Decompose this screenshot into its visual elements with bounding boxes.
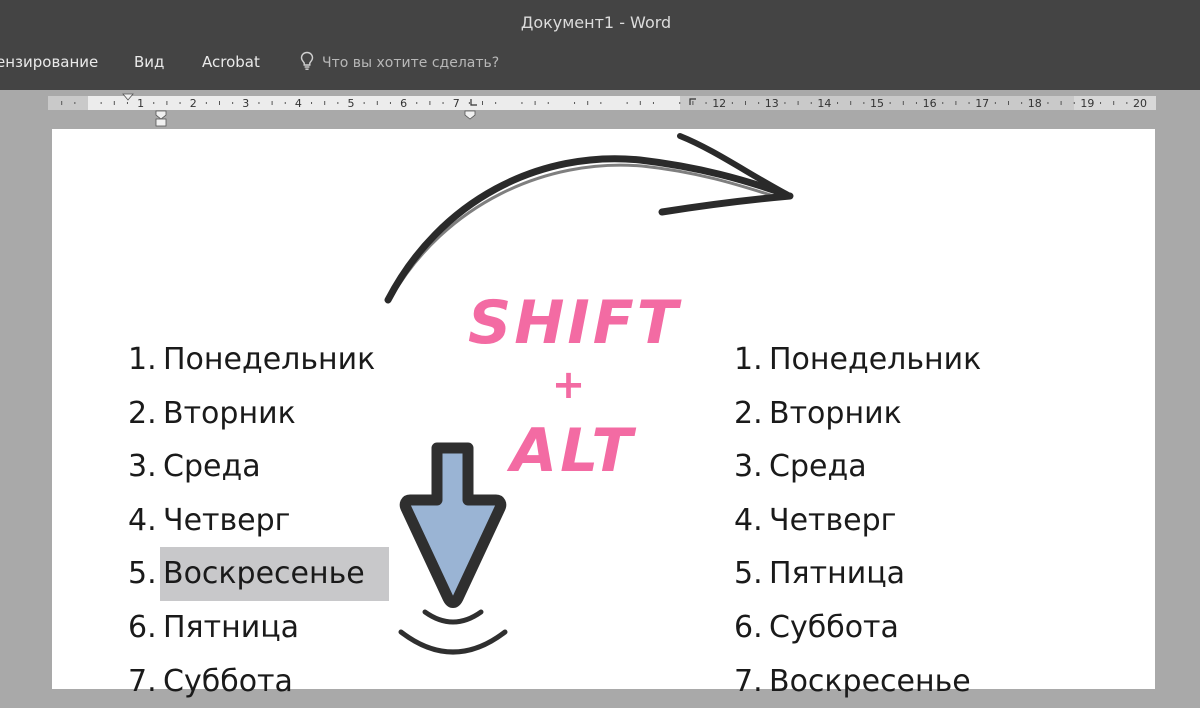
shortcut-alt-label: ALT [510, 416, 636, 486]
shortcut-plus-label: + [551, 362, 589, 408]
down-arrow-key-press-icon [398, 442, 508, 655]
shortcut-shift-label: SHIFT [468, 288, 681, 358]
curved-arrow-icon [384, 133, 794, 304]
